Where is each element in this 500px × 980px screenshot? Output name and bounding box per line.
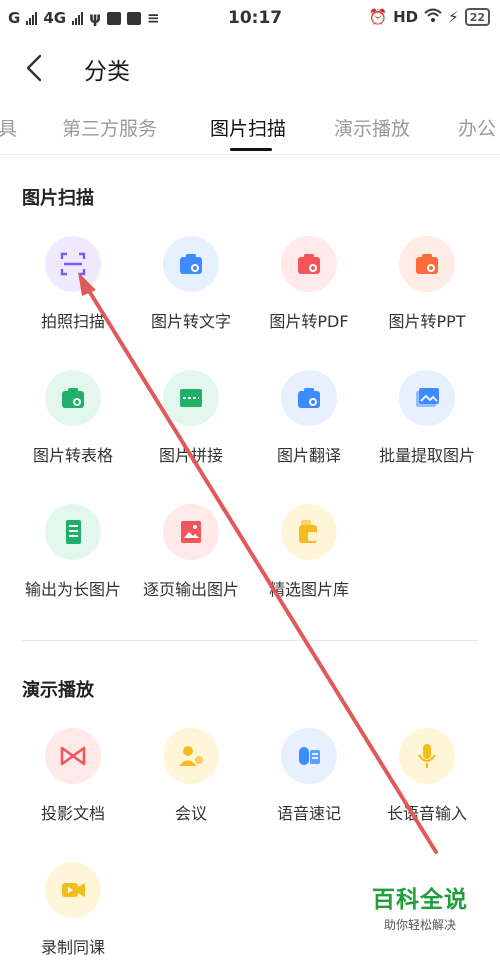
back-button[interactable] [20, 50, 50, 86]
images-icon [399, 370, 455, 426]
tab-third-party[interactable]: 第三方服务 [62, 114, 157, 141]
network-label: 4G [43, 9, 67, 27]
tool-item-page-image[interactable]: 逐页输出图片 [132, 504, 250, 622]
tool-item-label: 长语音输入 [386, 804, 467, 823]
tool-item-label: 投影文档 [40, 804, 105, 823]
battery-icon: 22 [464, 8, 490, 26]
usb-icon: ψ [89, 9, 101, 27]
category-tabs: 具 第三方服务 图片扫描 演示播放 办公 [0, 100, 500, 155]
section-title-image-scan: 图片扫描 [22, 188, 94, 209]
tool-item-label: 录制同课 [40, 938, 105, 957]
tool-item-label: 图片翻译 [276, 446, 341, 465]
tool-item-label: 精选图片库 [268, 580, 349, 599]
tool-item-label: 逐页输出图片 [142, 580, 239, 599]
carrier-label: G [8, 9, 21, 27]
tool-item-camera-ppt[interactable]: 图片转PPT [368, 236, 486, 354]
camera-text-icon [163, 236, 219, 292]
app-header: 分类 [0, 36, 500, 100]
notification-icon-2 [126, 11, 141, 25]
tool-item-image-library[interactable]: 精选图片库 [250, 504, 368, 622]
hd-label: HD [393, 8, 419, 26]
tool-item-meeting[interactable]: 会议 [132, 728, 250, 846]
tab-tools[interactable]: 具 [0, 114, 17, 141]
camera-translate-icon [281, 370, 337, 426]
tool-item-long-image[interactable]: 输出为长图片 [14, 504, 132, 622]
tab-office[interactable]: 办公 [458, 114, 496, 141]
status-bar: G 4G ψ ≡ 10:17 ⏰ HD ⚡ 22 [0, 0, 500, 36]
alarm-icon: ⏰ [368, 8, 388, 26]
tool-item-projection[interactable]: 投影文档 [14, 728, 132, 846]
voice-note-icon [281, 728, 337, 784]
tool-item-label: 图片转文字 [150, 312, 231, 331]
tool-item-label: 会议 [174, 804, 207, 823]
tool-item-label: 拍照扫描 [40, 312, 105, 331]
active-tab-indicator [230, 148, 272, 151]
long-image-icon [45, 504, 101, 560]
status-right: ⏰ HD ⚡ 22 [368, 8, 490, 26]
meeting-icon [163, 728, 219, 784]
tool-item-stitch[interactable]: 图片拼接 [132, 370, 250, 488]
camera-pdf-icon [281, 236, 337, 292]
storage-icon: ≡ [146, 9, 160, 27]
tool-item-images[interactable]: 批量提取图片 [368, 370, 486, 488]
signal-icon-2 [72, 11, 84, 25]
stitch-icon [163, 370, 219, 426]
video-record-icon [45, 862, 101, 918]
tool-item-microphone[interactable]: 长语音输入 [368, 728, 486, 846]
tool-item-voice-note[interactable]: 语音速记 [250, 728, 368, 846]
tool-item-label: 图片拼接 [158, 446, 223, 465]
clock: 10:17 [228, 8, 283, 28]
status-left: G 4G ψ ≡ [8, 9, 160, 27]
tool-item-label: 输出为长图片 [24, 580, 121, 599]
tab-presentation[interactable]: 演示播放 [334, 114, 410, 141]
tool-item-label: 语音速记 [276, 804, 341, 823]
tool-item-camera-translate[interactable]: 图片翻译 [250, 370, 368, 488]
tool-item-camera-table[interactable]: 图片转表格 [14, 370, 132, 488]
projection-icon [45, 728, 101, 784]
chevron-left-icon [26, 54, 42, 82]
watermark-title: 百科全说 [372, 887, 468, 913]
camera-ppt-icon [399, 236, 455, 292]
scan-icon [45, 236, 101, 292]
tool-item-scan[interactable]: 拍照扫描 [14, 236, 132, 354]
section-divider [22, 640, 478, 641]
tool-item-video-record[interactable]: 录制同课 [14, 862, 132, 980]
charging-icon: ⚡ [448, 8, 459, 26]
image-library-icon [281, 504, 337, 560]
tab-image-scan[interactable]: 图片扫描 [210, 114, 286, 141]
camera-table-icon [45, 370, 101, 426]
section-title-presentation: 演示播放 [22, 680, 94, 701]
page-image-icon [163, 504, 219, 560]
battery-level: 22 [469, 10, 485, 24]
signal-icon [26, 11, 38, 25]
tool-item-label: 图片转表格 [32, 446, 113, 465]
tool-item-camera-pdf[interactable]: 图片转PDF [250, 236, 368, 354]
watermark: 百科全说 助你轻松解决 [372, 880, 468, 933]
tool-item-label: 图片转PPT [388, 312, 466, 331]
watermark-subtitle: 助你轻松解决 [383, 918, 456, 932]
microphone-icon [399, 728, 455, 784]
tool-item-label: 批量提取图片 [378, 446, 475, 465]
page-title: 分类 [84, 59, 130, 85]
notification-icon [106, 11, 121, 25]
tool-item-camera-text[interactable]: 图片转文字 [132, 236, 250, 354]
wifi-icon [424, 8, 442, 26]
tool-item-label: 图片转PDF [269, 312, 349, 331]
